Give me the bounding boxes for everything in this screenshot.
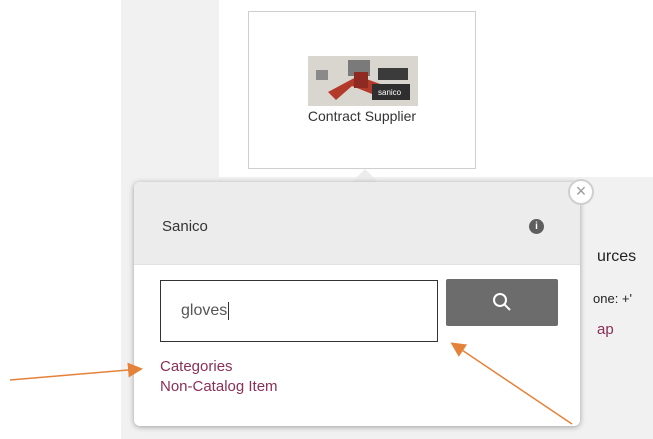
annotation-arrows: [9, 342, 573, 425]
annotation-arrow-search-input: [450, 342, 573, 425]
annotation-arrow-categories: [9, 362, 143, 381]
